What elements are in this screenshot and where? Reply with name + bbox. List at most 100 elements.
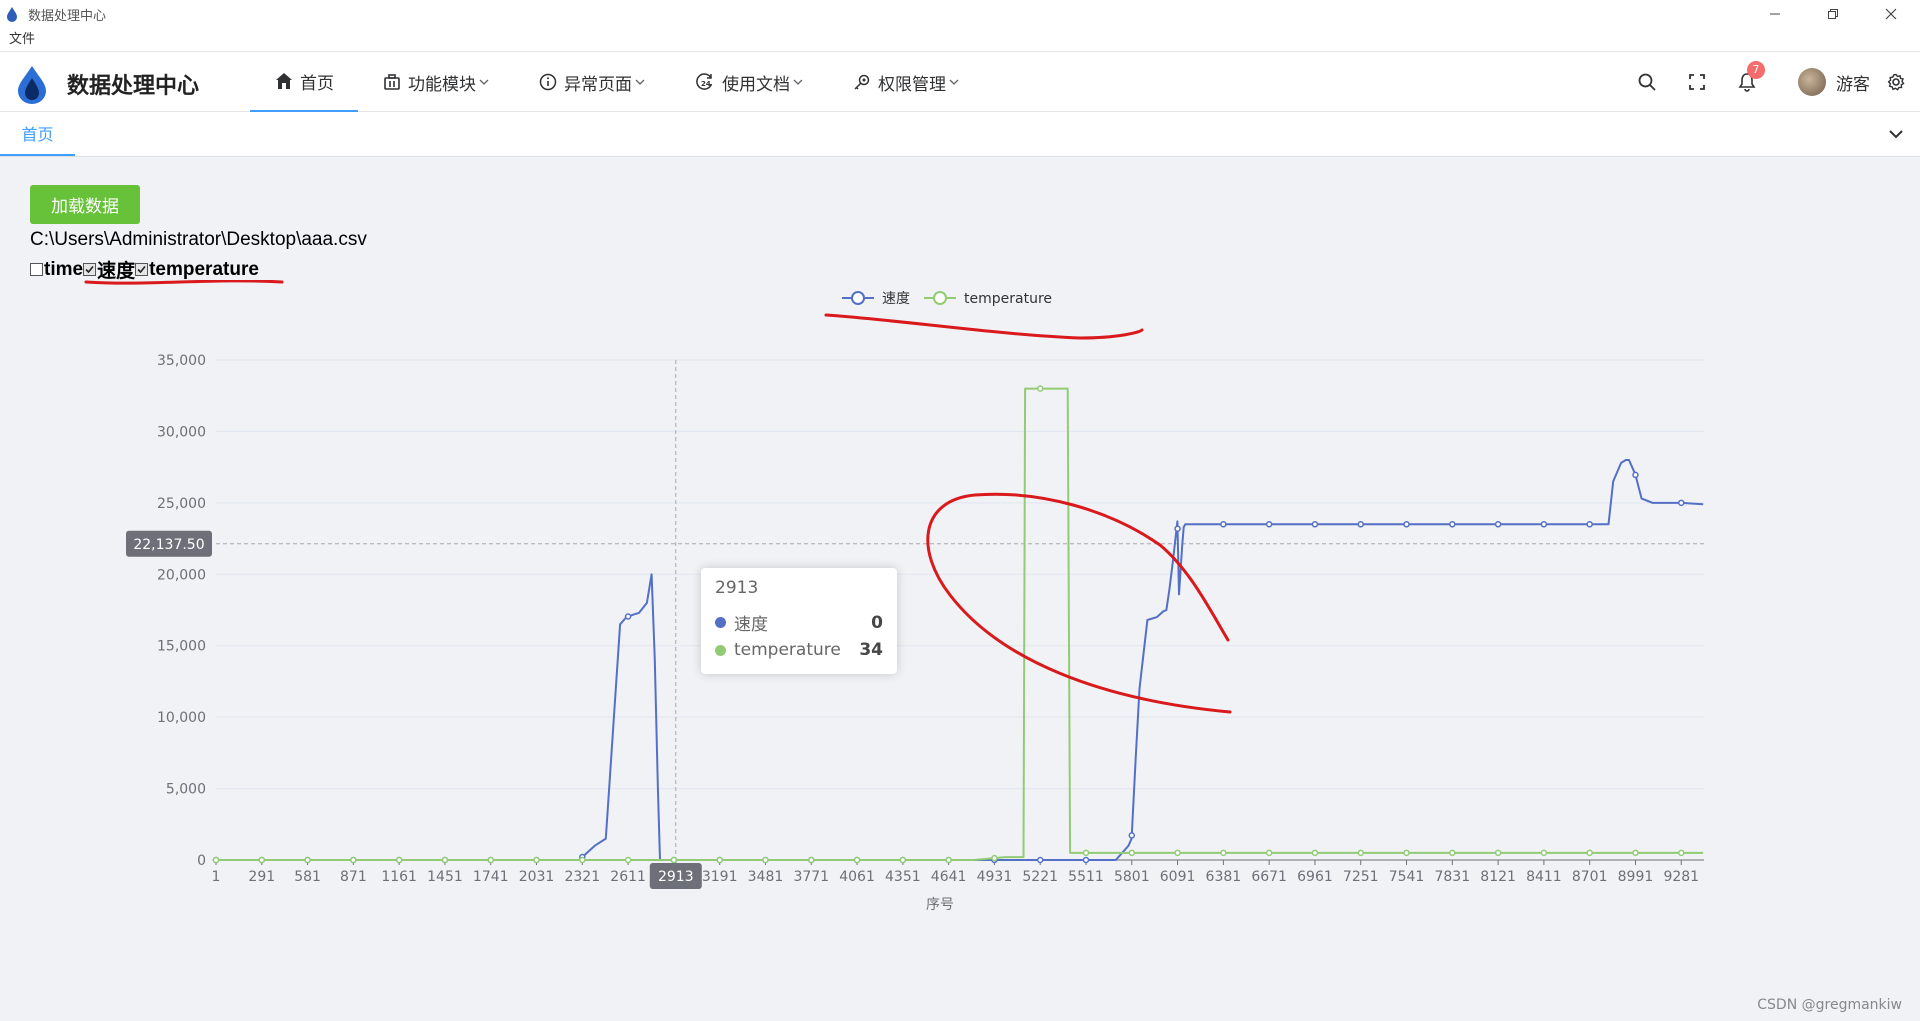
checkbox-temperature[interactable] — [135, 263, 149, 276]
x-tick-label: 291 — [248, 869, 275, 885]
nav-error-pages[interactable]: 异常页面 — [514, 52, 670, 112]
restore-button[interactable] — [1804, 0, 1862, 28]
minimize-button[interactable] — [1746, 0, 1804, 28]
y-tick-label: 35,000 — [157, 353, 206, 369]
close-window-button[interactable] — [1862, 0, 1920, 28]
series-point — [1265, 521, 1273, 528]
username[interactable]: 游客 — [1836, 70, 1870, 95]
series-point — [441, 856, 449, 864]
x-tick-label: 6091 — [1160, 869, 1196, 885]
series-point — [624, 856, 632, 864]
tooltip-series-value: 0 — [871, 612, 883, 633]
settings-button[interactable] — [1884, 70, 1908, 94]
nav-docs[interactable]: 24 使用文档 — [670, 52, 828, 112]
series-point — [1449, 521, 1456, 528]
tooltip-series-name: temperature — [734, 640, 841, 660]
tooltip-title: 2913 — [715, 578, 759, 598]
nav-error-pages-label: 异常页面 — [564, 74, 632, 95]
nav-permissions[interactable]: 权限管理 — [828, 52, 984, 112]
series-point — [716, 856, 723, 864]
x-tick-label: 7831 — [1434, 869, 1470, 885]
chevron-down-icon[interactable] — [1886, 124, 1906, 144]
avatar[interactable] — [1798, 68, 1826, 96]
nav-home-label: 首页 — [300, 73, 334, 94]
series-point — [1082, 849, 1090, 857]
key-icon — [852, 72, 872, 92]
info-icon — [538, 72, 558, 92]
x-tick-label: 3191 — [702, 869, 738, 885]
series-point — [212, 856, 220, 864]
clock-24-icon: 24 — [694, 72, 716, 92]
nav-modules[interactable]: 功能模块 — [358, 52, 514, 112]
series-point — [1449, 849, 1456, 857]
series-point — [853, 856, 861, 864]
series-dot — [715, 617, 726, 628]
crosshair-y-label: 22,137.50 — [133, 537, 204, 553]
nav-home[interactable]: 首页 — [250, 52, 358, 112]
series-point — [350, 856, 357, 864]
x-tick-label: 4061 — [839, 869, 875, 885]
checkbox-time[interactable] — [30, 263, 43, 276]
file-path: C:\Users\Administrator\Desktop\aaa.csv — [30, 229, 367, 250]
x-tick-label: 3771 — [793, 869, 829, 885]
red-annotation-underline — [84, 280, 284, 285]
x-axis-title: 序号 — [926, 897, 954, 913]
x-tick-label: 4351 — [885, 869, 921, 885]
notifications-button[interactable]: 7 — [1735, 61, 1765, 94]
tooltip-series-value: 34 — [859, 640, 883, 660]
tooltip-row-temperature: temperature 34 — [715, 640, 883, 660]
checkbox-time-label: time — [44, 258, 84, 280]
series-point — [1128, 832, 1136, 839]
x-tick-label: 4931 — [977, 869, 1013, 885]
x-tick-label: 2031 — [519, 869, 555, 885]
series-point — [1632, 849, 1639, 857]
series-point — [533, 856, 540, 864]
y-tick-label: 0 — [197, 853, 206, 869]
legend-label: 速度 — [882, 291, 910, 307]
series-point — [579, 856, 586, 864]
x-tick-label: 5801 — [1114, 869, 1150, 885]
series-point — [1540, 849, 1548, 857]
checkmark-icon — [137, 265, 146, 274]
series-point — [1357, 521, 1364, 528]
x-tick-label: 3481 — [748, 869, 784, 885]
series-point — [1220, 849, 1227, 857]
legend-marker — [851, 291, 865, 305]
series-point — [1128, 849, 1136, 857]
load-data-button[interactable]: 加载数据 — [30, 185, 140, 224]
tab-home[interactable]: 首页 — [0, 112, 75, 156]
checkbox-temperature-label: temperature — [149, 258, 259, 280]
series-point — [762, 856, 769, 864]
chevron-down-icon — [948, 76, 960, 88]
window-titlebar: 数据处理中心 — [0, 0, 1920, 28]
series-point — [1540, 521, 1548, 528]
x-tick-label: 1161 — [381, 869, 417, 885]
restore-icon — [1828, 9, 1838, 19]
x-tick-label: 6381 — [1206, 869, 1242, 885]
header-actions: 7 游客 — [1622, 52, 1920, 112]
series-point — [258, 856, 266, 864]
checkmark-icon — [85, 265, 94, 274]
checkbox-speed[interactable] — [83, 263, 97, 276]
search-button[interactable] — [1635, 70, 1659, 94]
crosshair-x-label: 2913 — [658, 869, 694, 885]
x-tick-label: 8411 — [1526, 869, 1562, 885]
menu-file[interactable]: 文件 — [9, 32, 35, 47]
fullscreen-icon — [1689, 74, 1705, 90]
fullscreen-button[interactable] — [1685, 70, 1709, 94]
series-point — [1036, 385, 1044, 392]
series-point — [1357, 849, 1364, 857]
window-title: 数据处理中心 — [28, 8, 107, 24]
x-tick-label: 2611 — [610, 869, 646, 885]
y-tick-label: 20,000 — [157, 567, 206, 583]
checkbox-speed-label: 速度 — [97, 261, 136, 282]
watermark: CSDN @gregmankiw — [1757, 997, 1902, 1013]
series-point — [1403, 521, 1410, 528]
notification-badge: 7 — [1747, 61, 1765, 79]
chevron-down-icon — [478, 76, 490, 88]
x-tick-label: 4641 — [931, 869, 967, 885]
x-tick-label: 7251 — [1343, 869, 1379, 885]
tooltip-series-name: 速度 — [734, 615, 768, 635]
nav-docs-label: 使用文档 — [722, 74, 790, 95]
line-chart[interactable]: 速度 temperature 0 5,000 10,000 15,000 20,000 25,… — [0, 280, 1920, 940]
